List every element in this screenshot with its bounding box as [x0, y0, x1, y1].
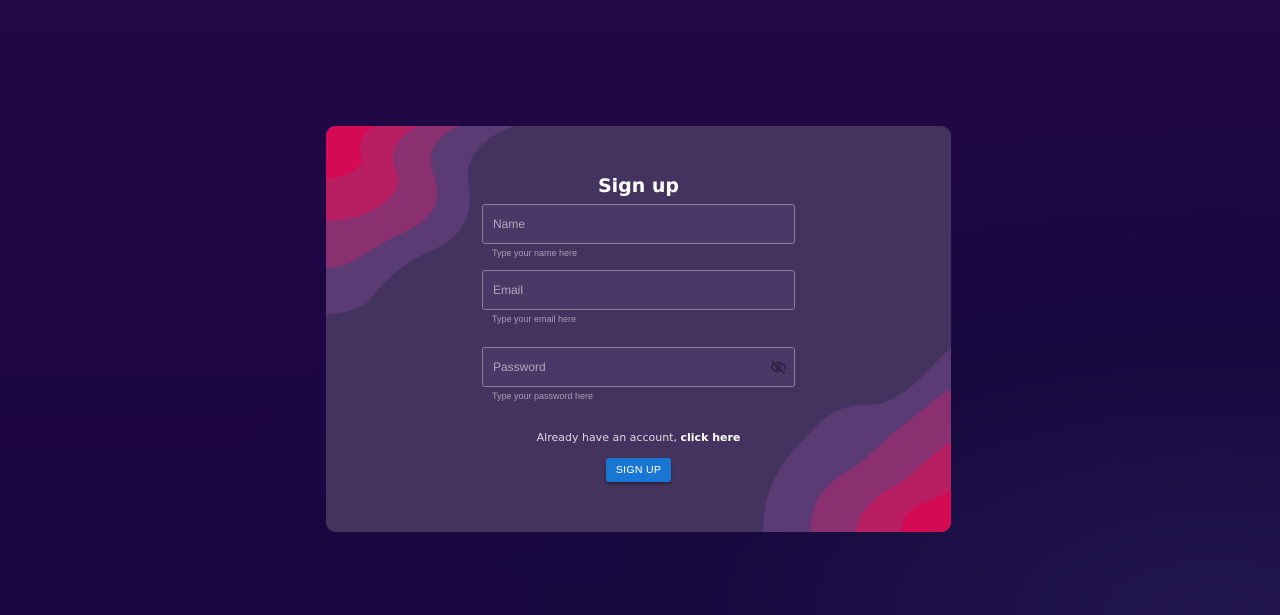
name-input[interactable]	[483, 205, 753, 243]
login-prompt-text: Already have an account,	[536, 431, 677, 444]
email-field: Type your email here	[482, 270, 795, 324]
page-title: Sign up	[597, 175, 680, 197]
signup-button[interactable]: SIGN UP	[606, 458, 671, 482]
email-input[interactable]	[483, 271, 753, 309]
name-field: Type your name here	[482, 204, 795, 258]
login-prompt: Already have an account, click here	[326, 431, 951, 444]
password-input[interactable]	[483, 348, 753, 386]
login-link[interactable]: click here	[680, 431, 740, 444]
email-helper-text: Type your email here	[492, 314, 577, 324]
password-helper-text: Type your password here	[492, 391, 594, 401]
email-input-box[interactable]	[482, 270, 795, 310]
password-input-box[interactable]	[482, 347, 795, 387]
name-helper-text: Type your name here	[492, 248, 578, 258]
name-input-box[interactable]	[482, 204, 795, 244]
visibility-off-icon[interactable]	[770, 359, 787, 376]
signup-card: Sign up Type your name here Type your em…	[326, 126, 951, 532]
password-field: Type your password here	[482, 347, 795, 401]
